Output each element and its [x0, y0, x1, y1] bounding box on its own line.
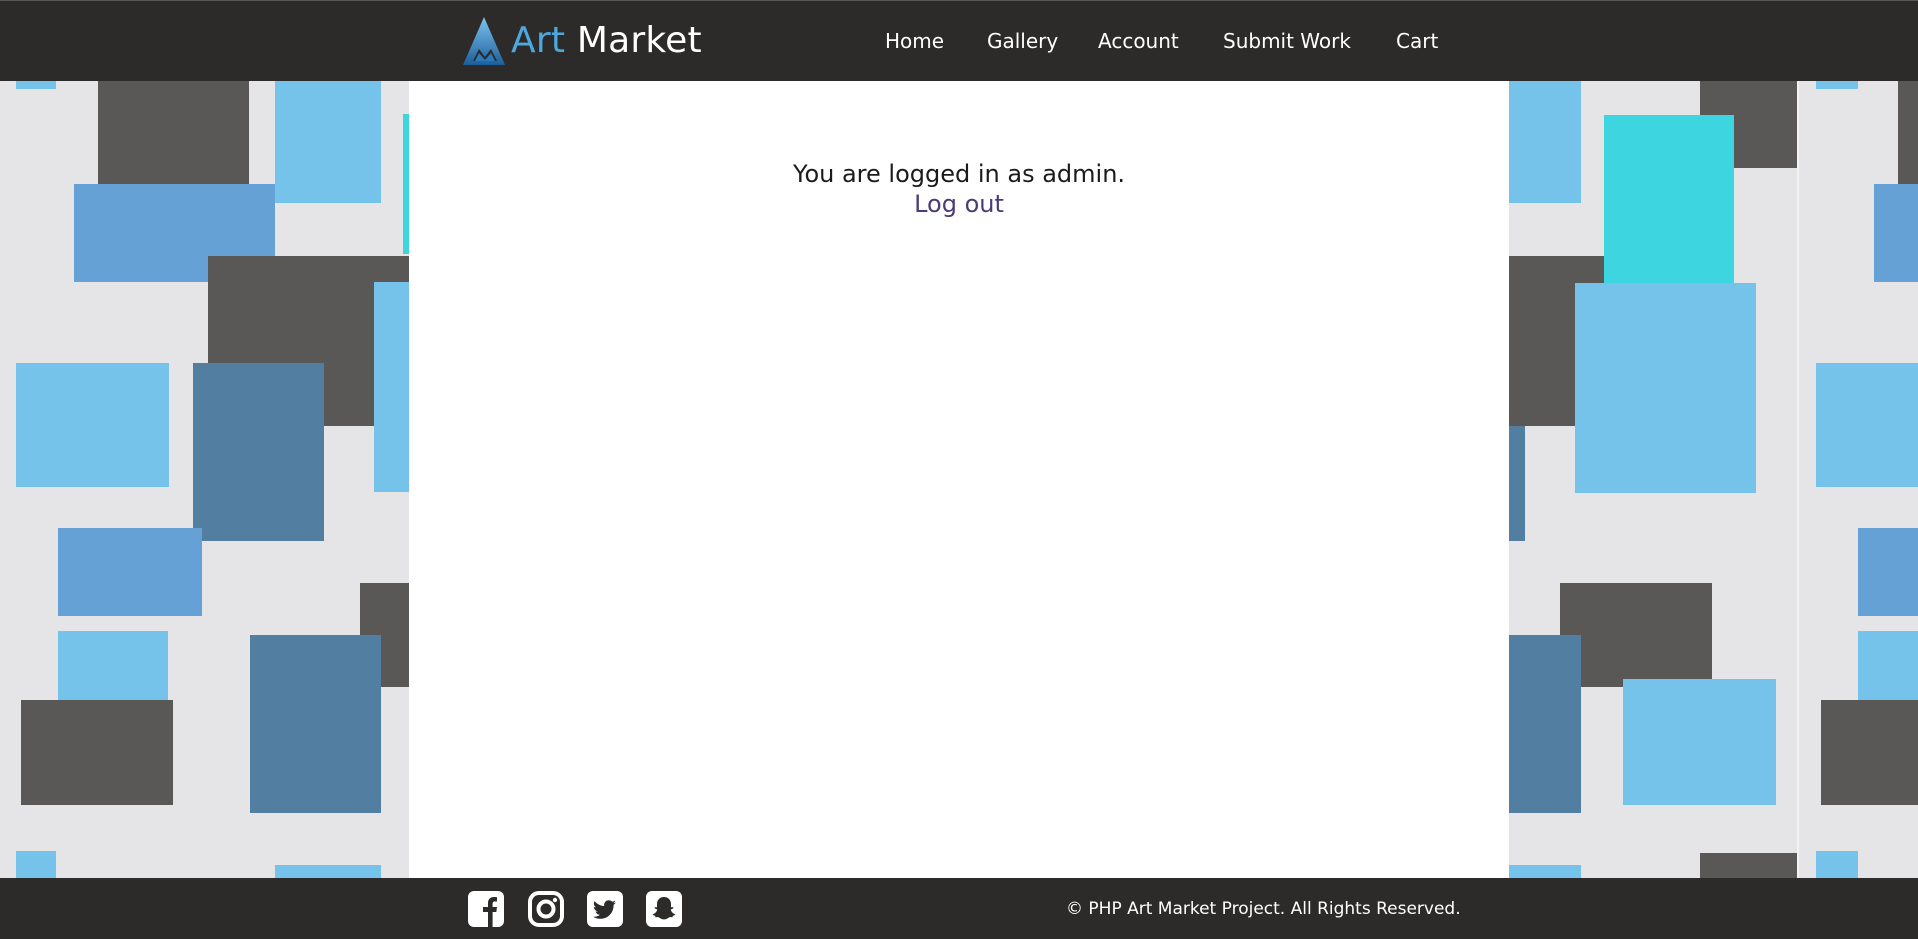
bg-tile — [16, 851, 56, 878]
bg-tile — [1623, 679, 1776, 805]
snapchat-link[interactable] — [645, 890, 683, 928]
instagram-link[interactable] — [527, 890, 565, 928]
bg-tile — [1816, 363, 1918, 487]
nav-account[interactable]: Account — [1098, 29, 1179, 53]
bg-divider — [1797, 81, 1799, 878]
twitter-icon — [587, 891, 623, 927]
nav-home[interactable]: Home — [885, 29, 944, 53]
bg-tile — [16, 363, 169, 487]
facebook-link[interactable] — [467, 890, 505, 928]
bg-tile — [1858, 528, 1918, 616]
instagram-icon — [528, 891, 564, 927]
twitter-link[interactable] — [586, 890, 624, 928]
bg-tile — [98, 81, 249, 184]
bg-tile — [374, 282, 409, 492]
nav-submit-work[interactable]: Submit Work — [1223, 29, 1351, 53]
bg-tile — [16, 81, 56, 89]
site-footer: © PHP Art Market Project. All Rights Res… — [0, 878, 1918, 939]
bg-tile — [58, 631, 168, 701]
main-content: You are logged in as admin. Log out — [409, 81, 1509, 878]
bg-tile — [1509, 635, 1581, 813]
bg-tile — [1816, 851, 1858, 878]
bg-tile — [1560, 583, 1712, 687]
bg-tile — [1898, 81, 1918, 184]
main-nav: Home Gallery Account Submit Work Cart — [0, 1, 1918, 82]
bg-tile — [275, 81, 381, 203]
bg-tile — [250, 635, 381, 813]
logout-link[interactable]: Log out — [409, 189, 1509, 219]
snapchat-icon — [646, 891, 682, 927]
bg-tile — [1575, 283, 1756, 493]
bg-tile — [58, 528, 202, 616]
bg-tile — [1874, 184, 1918, 282]
bg-tile — [1821, 700, 1918, 805]
nav-cart[interactable]: Cart — [1396, 29, 1438, 53]
bg-tile — [1858, 631, 1918, 701]
bg-tile — [1509, 865, 1581, 878]
bg-tile — [21, 700, 173, 805]
bg-tile — [1509, 81, 1581, 203]
site-header: Art Market Home Gallery Account Submit W… — [0, 0, 1918, 81]
login-status-text: You are logged in as admin. — [792, 160, 1126, 188]
bg-tile — [1604, 115, 1734, 290]
bg-tile — [1816, 81, 1858, 89]
facebook-icon — [468, 891, 504, 927]
bg-tile — [193, 363, 324, 541]
bg-tile — [275, 865, 381, 878]
bg-tile — [1700, 853, 1797, 878]
nav-gallery[interactable]: Gallery — [987, 29, 1058, 53]
bg-tile — [1509, 426, 1525, 541]
copyright-text: © PHP Art Market Project. All Rights Res… — [1066, 899, 1461, 919]
